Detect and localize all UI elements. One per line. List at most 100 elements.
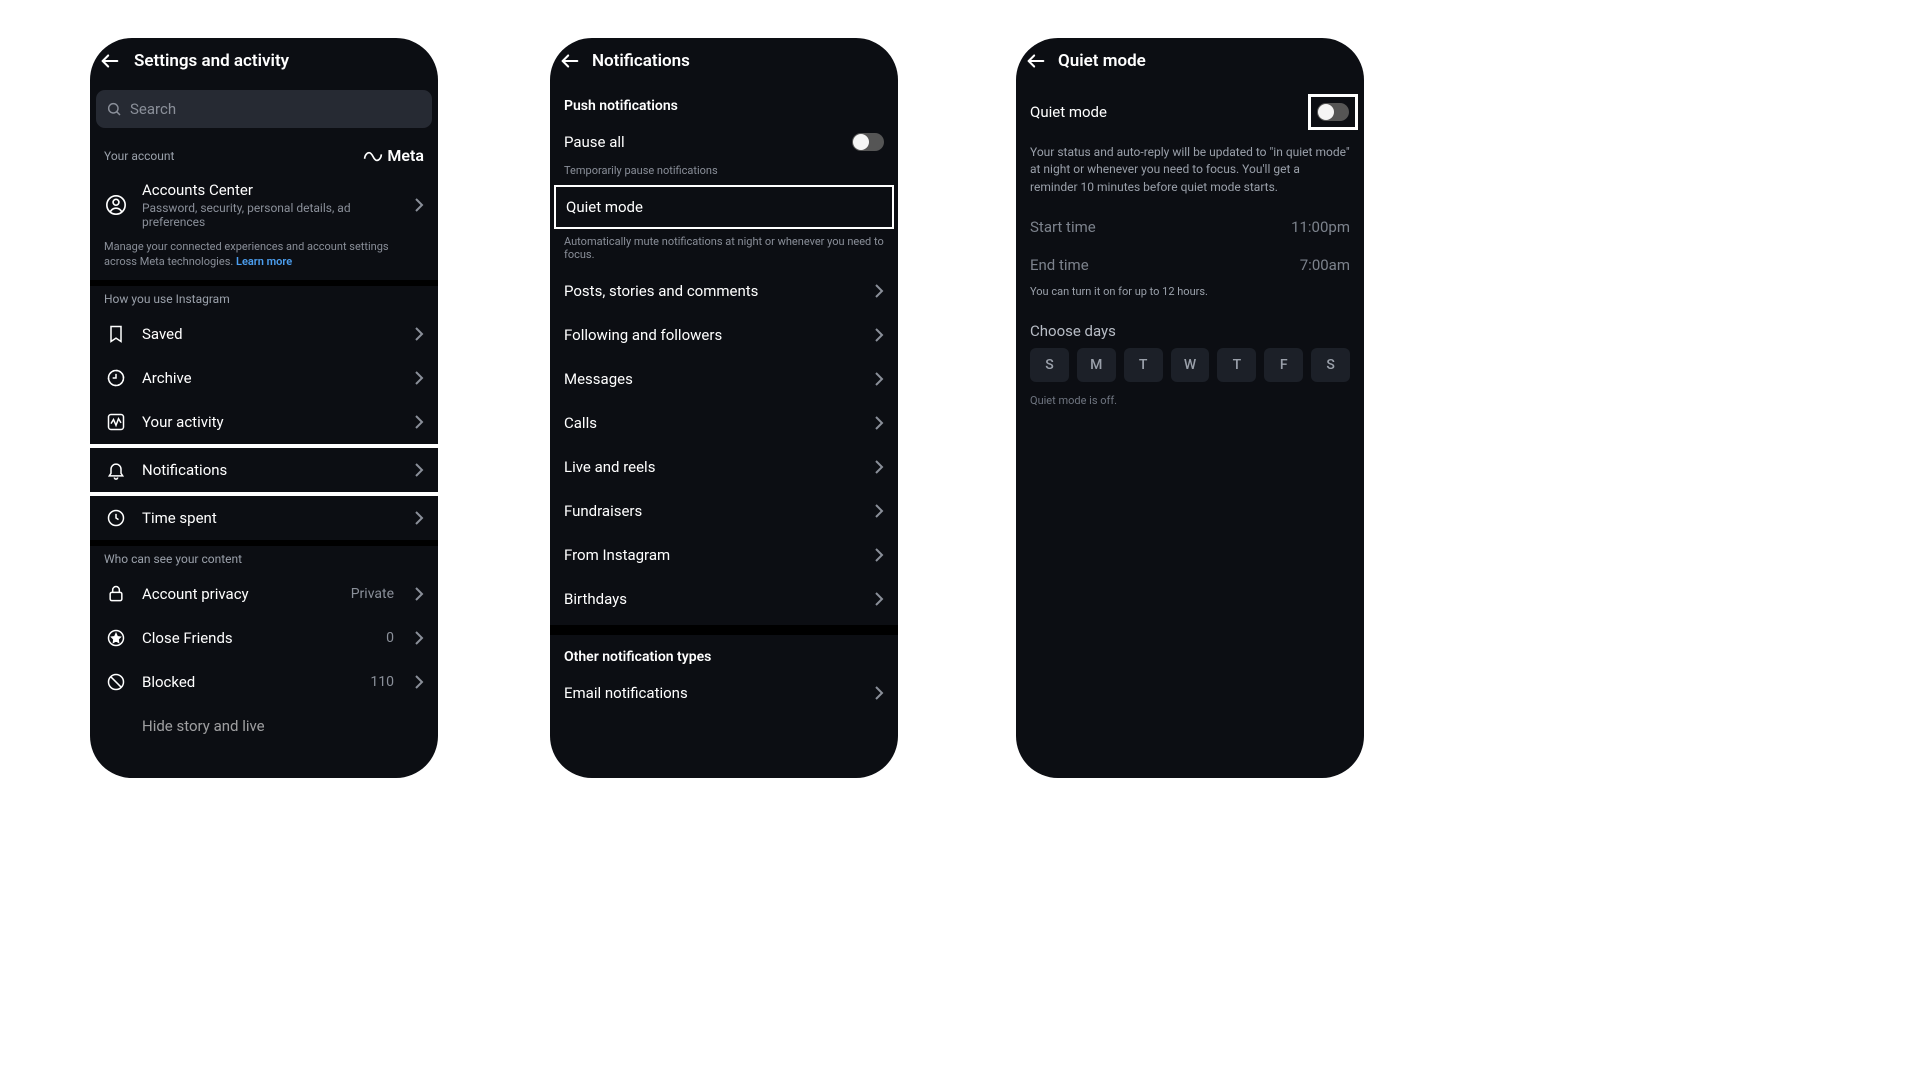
start-time-row[interactable]: Start time 11:00pm [1016,208,1364,246]
chevron-right-icon [874,283,884,299]
pause-all-toggle[interactable] [852,133,884,151]
page-title: Notifications [584,51,864,71]
end-time-label: End time [1030,256,1089,274]
chevron-right-icon [414,510,424,526]
chevron-right-icon [414,326,424,342]
notification-category-row[interactable]: Calls [550,401,898,445]
chevron-right-icon [414,370,424,386]
hide-story-row[interactable]: Hide story and live [90,704,438,748]
notifications-row[interactable]: Notifications [90,448,438,492]
activity-icon [104,410,128,434]
block-icon [104,670,128,694]
chevron-right-icon [874,371,884,387]
quiet-mode-desc: Automatically mute notifications at nigh… [550,229,898,269]
notification-category-row[interactable]: Birthdays [550,577,898,621]
chevron-right-icon [414,586,424,602]
arrow-left-icon [1025,50,1047,72]
page-title: Settings and activity [124,51,404,71]
email-notifications-row[interactable]: Email notifications [550,671,898,715]
back-button[interactable] [556,47,584,75]
notification-category-row[interactable]: Following and followers [550,313,898,357]
push-notifications-heading: Push notifications [550,84,898,120]
start-time-value: 11:00pm [1291,218,1350,236]
clock-icon [104,506,128,530]
day-button[interactable]: T [1124,348,1163,382]
chevron-right-icon [874,547,884,563]
meta-infinity-icon [363,149,383,163]
notification-category-row[interactable]: From Instagram [550,533,898,577]
your-activity-row[interactable]: Your activity [90,400,438,444]
arrow-left-icon [559,50,581,72]
chevron-right-icon [874,415,884,431]
header: Quiet mode [1016,38,1364,84]
archive-row[interactable]: Archive [90,356,438,400]
time-spent-row[interactable]: Time spent [90,496,438,540]
chevron-right-icon [414,674,424,690]
your-account-header: Your account Meta [90,140,438,171]
start-time-label: Start time [1030,218,1096,236]
star-circle-icon [104,626,128,650]
blocked-row[interactable]: Blocked 110 [90,660,438,704]
header: Settings and activity [90,38,438,84]
blocked-count: 110 [370,674,394,690]
quiet-mode-screen: Quiet mode Quiet mode Your status and au… [1016,38,1364,778]
close-friends-row[interactable]: Close Friends 0 [90,616,438,660]
search-icon [106,101,122,117]
meta-logo: Meta [363,146,424,165]
chevron-right-icon [414,197,424,213]
notification-category-row[interactable]: Messages [550,357,898,401]
accounts-center-desc: Manage your connected experiences and ac… [90,239,438,280]
settings-screen: Settings and activity Search Your accoun… [90,38,438,778]
chevron-right-icon [414,462,424,478]
how-you-use-header: How you use Instagram [90,286,438,312]
end-time-row[interactable]: End time 7:00am [1016,246,1364,284]
accounts-center-title: Accounts Center [142,181,400,199]
limit-note: You can turn it on for up to 12 hours. [1016,284,1364,312]
notifications-screen: Notifications Push notifications Pause a… [550,38,898,778]
chevron-right-icon [874,503,884,519]
who-can-see-header: Who can see your content [90,546,438,572]
user-circle-icon [104,193,128,217]
chevron-right-icon [414,414,424,430]
chevron-right-icon [874,459,884,475]
quiet-mode-row[interactable]: Quiet mode [554,185,894,229]
day-button[interactable]: M [1077,348,1116,382]
day-button[interactable]: W [1171,348,1210,382]
accounts-center-row[interactable]: Accounts Center Password, security, pers… [90,171,438,239]
back-button[interactable] [96,47,124,75]
quiet-mode-toggle-highlight [1308,94,1358,130]
end-time-value: 7:00am [1300,256,1350,274]
day-button[interactable]: T [1217,348,1256,382]
notification-category-row[interactable]: Posts, stories and comments [550,269,898,313]
day-button[interactable]: S [1311,348,1350,382]
quiet-mode-toggle-row: Quiet mode [1016,84,1364,140]
bookmark-icon [104,322,128,346]
search-input[interactable]: Search [96,90,432,128]
quiet-mode-status: Quiet mode is off. [1016,382,1364,419]
back-button[interactable] [1022,47,1050,75]
pause-all-row[interactable]: Pause all [550,120,898,164]
close-friends-count: 0 [386,630,394,646]
notification-category-row[interactable]: Fundraisers [550,489,898,533]
accounts-center-subtitle: Password, security, personal details, ad… [142,201,400,229]
days-picker: SMTWTFS [1016,348,1364,382]
day-button[interactable]: F [1264,348,1303,382]
quiet-mode-toggle[interactable] [1317,103,1349,121]
chevron-right-icon [874,327,884,343]
quiet-mode-description: Your status and auto-reply will be updat… [1016,140,1364,208]
privacy-value: Private [351,586,394,602]
other-notification-types-heading: Other notification types [550,635,898,671]
learn-more-link[interactable]: Learn more [236,255,292,268]
account-privacy-row[interactable]: Account privacy Private [90,572,438,616]
notification-category-row[interactable]: Live and reels [550,445,898,489]
chevron-right-icon [414,630,424,646]
day-button[interactable]: S [1030,348,1069,382]
search-placeholder: Search [130,100,176,118]
lock-icon [104,582,128,606]
chevron-right-icon [874,591,884,607]
page-title: Quiet mode [1050,51,1330,71]
chevron-right-icon [874,685,884,701]
choose-days-label: Choose days [1016,312,1364,348]
pause-all-desc: Temporarily pause notifications [550,164,898,185]
saved-row[interactable]: Saved [90,312,438,356]
